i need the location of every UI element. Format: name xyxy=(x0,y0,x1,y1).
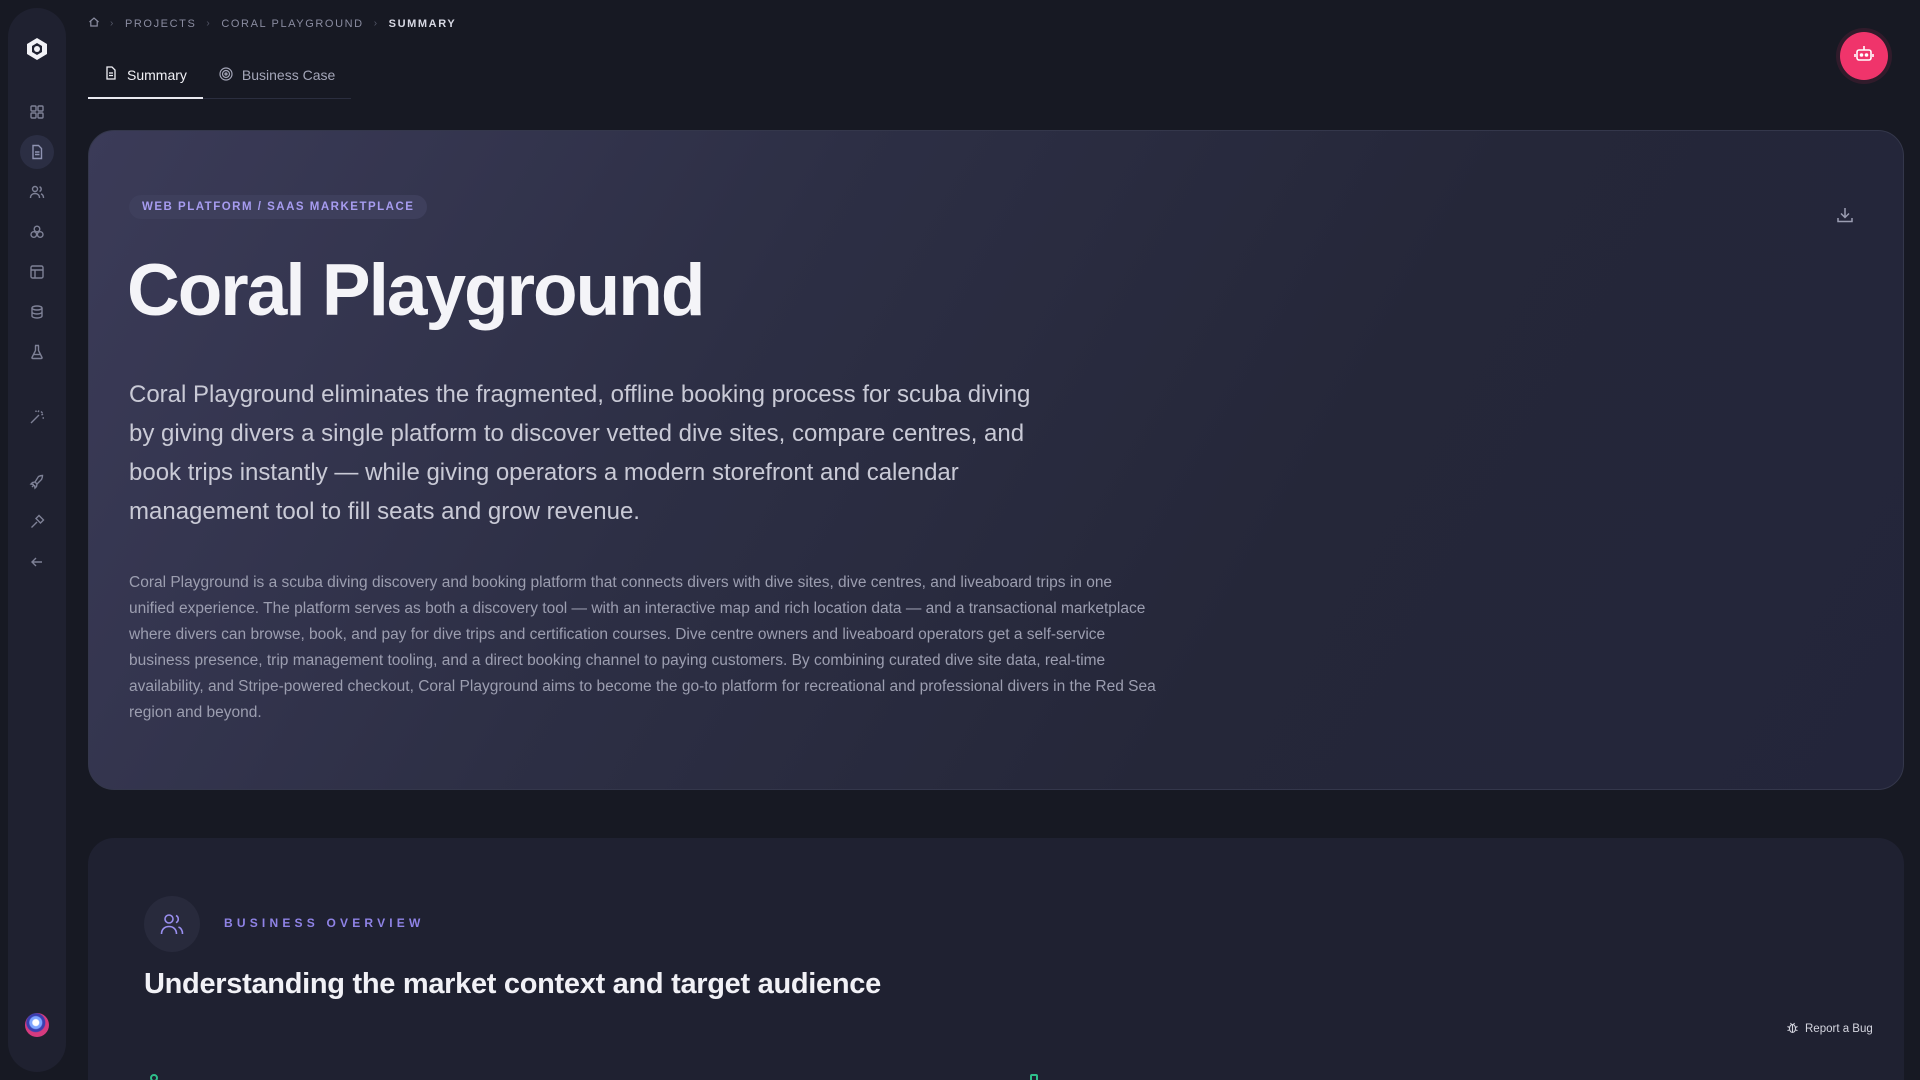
rocket-icon[interactable] xyxy=(20,465,54,499)
project-lead: Coral Playground eliminates the fragment… xyxy=(129,381,1031,525)
tab-summary[interactable]: Summary xyxy=(88,60,203,99)
breadcrumb: › PROJECTS › CORAL PLAYGROUND › SUMMARY xyxy=(88,16,456,31)
ai-assistant-button[interactable] xyxy=(1840,32,1888,80)
download-icon[interactable] xyxy=(1835,205,1855,225)
category-badge: WEB PLATFORM / SAAS MARKETPLACE xyxy=(129,195,428,219)
avatar[interactable] xyxy=(25,1013,49,1037)
breadcrumb-projects[interactable]: PROJECTS xyxy=(125,18,196,30)
app-logo-icon[interactable] xyxy=(24,36,50,62)
bug-icon xyxy=(1786,1021,1799,1037)
tab-label: Summary xyxy=(127,66,187,83)
section-title: Understanding the market context and tar… xyxy=(144,968,881,1000)
modules-icon[interactable] xyxy=(20,215,54,249)
flask-icon[interactable] xyxy=(20,335,54,369)
tab-business-case[interactable]: Business Case xyxy=(203,60,351,98)
home-icon[interactable] xyxy=(88,16,100,31)
report-bug-label: Report a Bug xyxy=(1805,1023,1873,1035)
report-bug-button[interactable]: Report a Bug xyxy=(1786,1021,1873,1037)
hammer-icon[interactable] xyxy=(20,505,54,539)
document-icon xyxy=(104,66,118,83)
sidebar xyxy=(8,8,66,1072)
project-summary-card: WEB PLATFORM / SAAS MARKETPLACE Coral Pl… xyxy=(88,130,1904,790)
target-icon xyxy=(219,66,233,84)
tab-label: Business Case xyxy=(241,67,336,83)
users-icon xyxy=(144,896,200,952)
chevron-right-icon: › xyxy=(373,18,379,29)
project-description: Coral Playground is a scuba diving disco… xyxy=(129,574,1156,721)
magic-wand-icon[interactable] xyxy=(20,400,54,434)
business-overview-card: BUSINESS OVERVIEW Understanding the mark… xyxy=(88,838,1904,1080)
chevron-right-icon: › xyxy=(206,18,212,29)
users-icon[interactable] xyxy=(20,175,54,209)
status-dot-icon xyxy=(150,1074,158,1080)
document-icon[interactable] xyxy=(20,135,54,169)
section-label: BUSINESS OVERVIEW xyxy=(224,916,425,930)
project-title: Coral Playground xyxy=(127,250,705,331)
layout-icon[interactable] xyxy=(20,255,54,289)
chart-icon xyxy=(1030,1074,1038,1080)
chevron-right-icon: › xyxy=(110,18,115,29)
robot-icon xyxy=(1853,43,1875,70)
dashboard-icon[interactable] xyxy=(20,95,54,129)
tab-bar: Summary Business Case xyxy=(88,60,352,99)
breadcrumb-project[interactable]: CORAL PLAYGROUND xyxy=(221,18,363,30)
breadcrumb-current: SUMMARY xyxy=(388,17,457,30)
arrow-left-icon[interactable] xyxy=(20,545,54,579)
database-icon[interactable] xyxy=(20,295,54,329)
